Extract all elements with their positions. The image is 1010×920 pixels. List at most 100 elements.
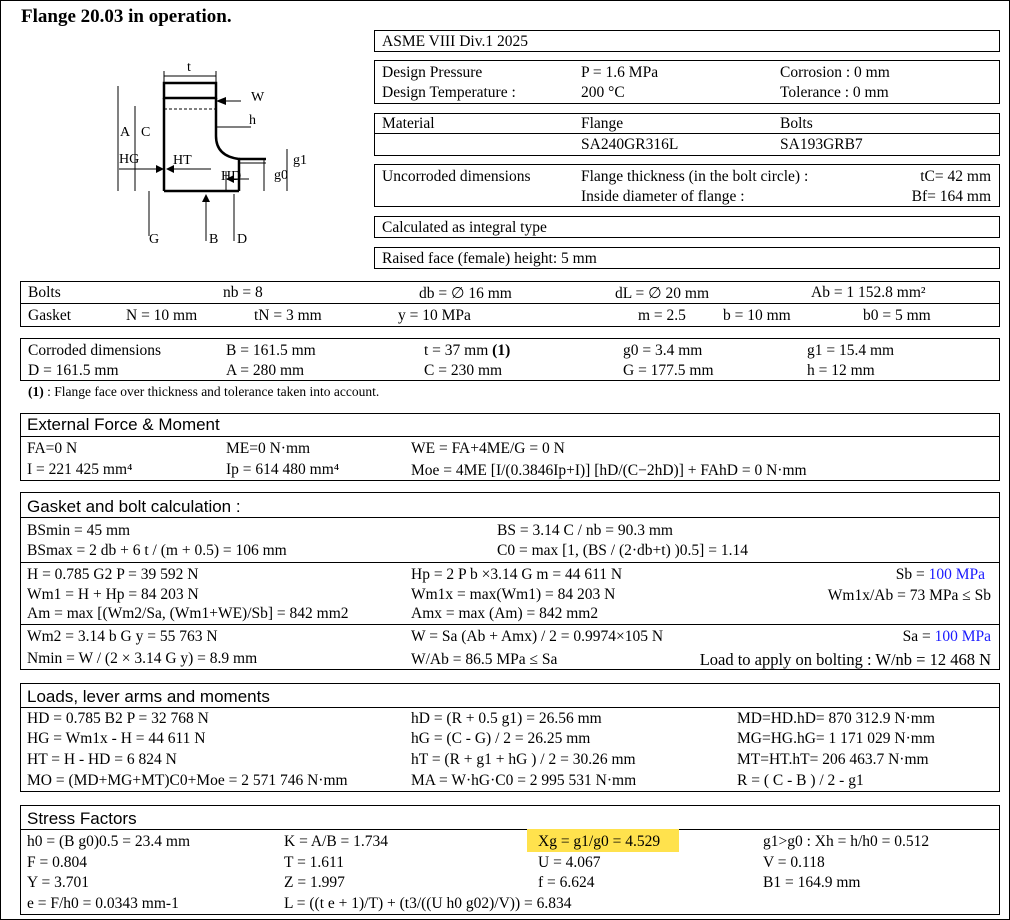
- gb-Am: Am = max [(Wm2/Sa, (Wm1+WE)/Sb] = 842 mm…: [27, 605, 349, 622]
- stress-Z: Z = 1.997: [284, 874, 345, 891]
- calc-type: Calculated as integral type: [382, 219, 547, 236]
- label-g0: g0: [274, 168, 288, 183]
- gb-H: H = 0.785 G2 P = 39 592 N: [27, 566, 199, 583]
- design-temp-label: Design Temperature :: [382, 84, 516, 101]
- page: Flange 20.03 in operation. t W h A C HG …: [0, 0, 1010, 920]
- loads-MT: MT=HT.hT= 206 463.7 N·mm: [737, 751, 929, 768]
- gb-Amx: Amx = max (Am) = 842 mm2: [411, 605, 599, 622]
- sb-label: Sb =: [895, 566, 929, 583]
- stress-B1: B1 = 164.9 mm: [763, 874, 861, 891]
- loads-MD: MD=HD.hD= 870 312.9 N·mm: [737, 710, 935, 727]
- stress-title: Stress Factors: [27, 809, 137, 828]
- material-divider: [374, 133, 1000, 134]
- tc-value: tC= 42 mm: [920, 168, 991, 185]
- external-I: I = 221 425 mm⁴: [27, 461, 133, 478]
- bolts-label: Bolts: [28, 284, 61, 301]
- gb-divider-3: [20, 624, 1000, 625]
- external-ME: ME=0 N·mm: [226, 440, 311, 457]
- corroded-g0: g0 = 3.4 mm: [623, 342, 703, 359]
- corroded-D: D = 161.5 mm: [28, 362, 119, 379]
- gb-c0: C0 = max [1, (BS / (2·db+t) )0.5] = 1.14: [497, 542, 748, 559]
- stress-K: K = A/B = 1.734: [284, 833, 389, 850]
- corroded-t: t = 37 mm (1): [424, 341, 510, 360]
- loads-HT: HT = H - HD = 6 824 N: [27, 751, 177, 768]
- gasket-y: y = 10 MPa: [398, 307, 471, 324]
- external-Moe: Moe = 4ME [I/(0.3846Ip+I)] [hD/(C−2hD)] …: [411, 462, 807, 479]
- label-HG: HG: [119, 152, 139, 167]
- gasket-b0: b0 = 5 mm: [863, 307, 931, 324]
- loads-title: Loads, lever arms and moments: [27, 687, 270, 706]
- uncorroded-label: Uncorroded dimensions: [382, 168, 531, 185]
- corroded-B: B = 161.5 mm: [226, 342, 316, 359]
- sa-label: Sa =: [902, 628, 935, 645]
- stress-Xh: g1>g0 : Xh = h/h0 = 0.512: [763, 833, 930, 850]
- stress-Y: Y = 3.701: [27, 874, 89, 891]
- design-pressure-label: Design Pressure: [382, 64, 483, 81]
- corroded-t-value: t = 37 mm: [424, 342, 489, 359]
- stress-V: V = 0.118: [763, 854, 825, 871]
- material-box: [374, 113, 1000, 156]
- gasket-tN: tN = 3 mm: [254, 307, 322, 324]
- label-W: W: [251, 90, 265, 105]
- gb-load: Load to apply on bolting : W/nb = 12 468…: [699, 650, 991, 669]
- gb-W-Ab: W/Ab = 86.5 MPa ≤ Sa: [411, 651, 558, 668]
- loads-MO: MO = (MD+MG+MT)C0+Moe = 2 571 746 N·mm: [27, 772, 348, 789]
- loads-hG: hG = (C - G) / 2 = 26.25 mm: [411, 730, 591, 747]
- external-FA: FA=0 N: [27, 440, 78, 457]
- label-HD: HD: [221, 169, 241, 184]
- bolts-dl: dL = ∅ 20 mm: [615, 285, 709, 302]
- gb-Hp: Hp = 2 P b ×3.14 G m = 44 611 N: [411, 566, 623, 583]
- loads-HG: HG = Wm1x - H = 44 611 N: [27, 730, 206, 747]
- corroded-C: C = 230 mm: [424, 362, 503, 379]
- bolts-db: db = ∅ 16 mm: [419, 285, 512, 302]
- stress-divider: [20, 829, 1000, 830]
- external-divider: [20, 436, 1000, 437]
- design-temp-value: 200 °C: [581, 84, 625, 101]
- stress-h0: h0 = (B g0)0.5 = 23.4 mm: [27, 833, 191, 850]
- gb-divider-1: [20, 517, 1000, 518]
- bf-label: Inside diameter of flange :: [581, 188, 745, 205]
- bolts-gasket-divider: [20, 303, 1000, 304]
- stress-e: e = F/h0 = 0.0343 mm-1: [27, 895, 179, 912]
- label-g1: g1: [293, 153, 307, 168]
- corroded-g1: g1 = 15.4 mm: [807, 342, 895, 359]
- label-A: A: [120, 125, 131, 140]
- material-flange: SA240GR316L: [581, 136, 679, 153]
- gb-Wm1: Wm1 = H + Hp = 84 203 N: [27, 586, 199, 603]
- gb-bs: BS = 3.14 C / nb = 90.3 mm: [497, 522, 673, 539]
- loads-R: R = ( C - B ) / 2 - g1: [737, 772, 864, 789]
- gb-Wm2: Wm2 = 3.14 b G y = 55 763 N: [27, 628, 218, 645]
- gb-W: W = Sa (Ab + Amx) / 2 = 0.9974×105 N: [411, 628, 664, 645]
- gb-Wm1x-Ab: Wm1x/Ab = 73 MPa ≤ Sb: [827, 587, 991, 604]
- stress-T: T = 1.611: [284, 854, 344, 871]
- flange-diagram: t W h A C HG HT HD g0 g1 G B D: [117, 60, 307, 247]
- tolerance-value: Tolerance : 0 mm: [780, 84, 889, 101]
- gb-Sa: Sa = 100 MPa: [903, 627, 991, 646]
- material-flange-head: Flange: [581, 115, 624, 132]
- gb-bsmax: BSmax = 2 db + 6 t / (m + 0.5) = 106 mm: [27, 542, 287, 559]
- sa-value: 100 MPa: [934, 628, 991, 645]
- material-bolts-head: Bolts: [780, 115, 813, 132]
- footnote-mark: (1): [28, 384, 44, 399]
- bolts-ab: Ab = 1 152.8 mm²: [811, 284, 926, 301]
- page-title: Flange 20.03 in operation.: [21, 6, 232, 27]
- label-HT: HT: [173, 153, 192, 168]
- bf-value: Bf= 164 mm: [911, 188, 991, 205]
- corrosion-value: Corrosion : 0 mm: [780, 64, 890, 81]
- material-bolts: SA193GRB7: [780, 136, 863, 153]
- gb-Nmin: Nmin = W / (2 × 3.14 G y) = 8.9 mm: [27, 650, 258, 667]
- flange-top-bar: [162, 81, 218, 100]
- footnote-text: : Flange face over thickness and toleran…: [43, 384, 380, 399]
- corroded-G: G = 177.5 mm: [623, 362, 714, 379]
- code-label: ASME VIII Div.1 2025: [382, 33, 528, 50]
- bolts-nb: nb = 8: [223, 284, 263, 301]
- gasket-bolt-title: Gasket and bolt calculation :: [27, 497, 241, 516]
- material-label: Material: [382, 115, 435, 132]
- external-title: External Force & Moment: [27, 415, 220, 434]
- label-D: D: [237, 232, 247, 247]
- stress-Xg: Xg = g1/g0 = 4.529: [538, 833, 661, 850]
- loads-divider: [20, 707, 1000, 708]
- external-Ip: Ip = 614 480 mm⁴: [226, 461, 340, 478]
- stress-f: f = 6.624: [538, 874, 595, 891]
- gasket-m: m = 2.5: [638, 307, 686, 324]
